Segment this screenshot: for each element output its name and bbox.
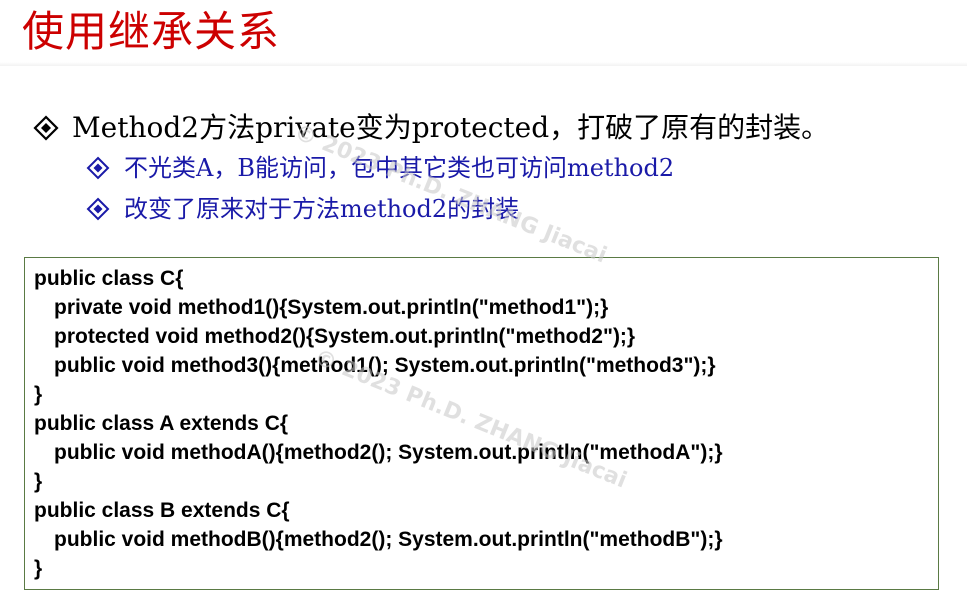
diamond-bullet-icon — [32, 114, 60, 142]
bullet-level2: 不光类A，B能访问，包中其它类也可访问method2 — [86, 151, 674, 185]
diamond-bullet-icon — [86, 197, 110, 221]
bullet-text: Method2方法private变为protected，打破了原有的封装。 — [72, 111, 830, 144]
bullet-text: 不光类A，B能访问，包中其它类也可访问method2 — [124, 154, 675, 182]
bullet-text: 改变了原来对于方法method2的封装 — [124, 195, 520, 223]
code-line: public class C{ — [34, 267, 184, 290]
slide-title: 使用继承关系 — [22, 7, 281, 56]
code-line: public void methodB(){method2(); System.… — [54, 528, 723, 551]
code-line: public class B extends C{ — [34, 499, 290, 522]
title-divider — [0, 62, 967, 66]
code-line: public void method3(){method1(); System.… — [54, 354, 716, 377]
code-line: } — [34, 557, 43, 580]
code-line: protected void method2(){System.out.prin… — [54, 325, 636, 348]
code-line: } — [34, 470, 43, 493]
code-line: private void method1(){System.out.printl… — [54, 296, 609, 319]
code-line: public class A extends C{ — [34, 412, 289, 435]
diamond-bullet-icon — [86, 156, 110, 180]
code-line: } — [34, 383, 43, 406]
bullet-level1: Method2方法private变为protected，打破了原有的封装。 — [32, 108, 829, 148]
bullet-level2: 改变了原来对于方法method2的封装 — [86, 192, 519, 226]
code-line: public void methodA(){method2(); System.… — [54, 441, 723, 464]
code-block: public class C{ private void method1(){S… — [24, 257, 939, 590]
